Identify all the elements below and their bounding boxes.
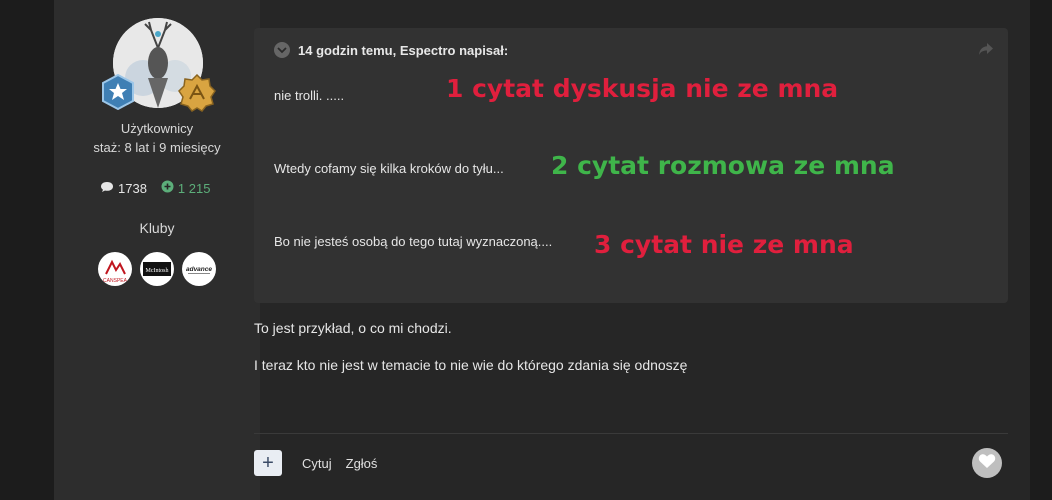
svg-text:CANSPEA: CANSPEA <box>103 278 128 284</box>
divider <box>254 433 1008 434</box>
quote-citation: 14 godzin temu, Espectro napisał: <box>298 42 509 58</box>
club-canspea[interactable]: CANSPEA <box>98 252 132 286</box>
quote-line-1: nie trolli. ..... <box>274 88 345 103</box>
author-tenure: staż: 8 lat i 9 miesięcy <box>93 140 221 155</box>
share-icon[interactable] <box>978 42 994 56</box>
post-count-value: 1738 <box>118 180 147 196</box>
annotation-1: 1 cytat dyskusja nie ze mna <box>446 74 839 103</box>
like-button[interactable] <box>972 448 1002 478</box>
comment-icon <box>100 181 114 196</box>
clubs-label: Kluby <box>139 220 175 236</box>
achievement-badge-icon <box>178 73 216 112</box>
plus-circle-icon <box>161 180 174 196</box>
quote-line-3: Bo nie jesteś osobą do tego tutaj wyznac… <box>274 234 553 249</box>
post-text-line-2: I teraz kto nie jest w temacie to nie wi… <box>254 357 688 373</box>
multiquote-button[interactable]: + <box>254 450 282 476</box>
club-mcintosh[interactable]: McIntosh <box>140 252 174 286</box>
author-stats: 1738 1 215 <box>100 180 210 196</box>
reputation-value: 1 215 <box>177 180 211 196</box>
heart-icon <box>978 453 996 474</box>
author-group: Użytkownicy <box>120 121 194 136</box>
star-badge-icon <box>100 73 136 111</box>
post-count: 1738 <box>100 181 147 196</box>
club-advance[interactable]: advance <box>182 252 216 286</box>
chevron-down-icon[interactable] <box>274 42 290 58</box>
post-text-line-1: To jest przykład, o co mi chodzi. <box>254 320 452 336</box>
quote-line-2: Wtedy cofamy się kilka kroków do tyłu... <box>274 161 504 176</box>
quote-button[interactable]: Cytuj <box>302 456 332 471</box>
quote-header: 14 godzin temu, Espectro napisał: <box>274 42 508 58</box>
author-avatar-area <box>100 18 216 114</box>
post-actions: + Cytuj Zgłoś <box>254 450 377 476</box>
clubs-list: CANSPEA McIntosh advance <box>98 252 216 286</box>
svg-text:McIntosh: McIntosh <box>146 268 169 274</box>
annotation-3: 3 cytat nie ze mna <box>594 230 854 259</box>
annotation-2: 2 cytat rozmowa ze mna <box>551 151 895 180</box>
reputation: 1 215 <box>161 180 211 196</box>
report-button[interactable]: Zgłoś <box>346 456 378 471</box>
svg-text:advance: advance <box>186 266 212 273</box>
